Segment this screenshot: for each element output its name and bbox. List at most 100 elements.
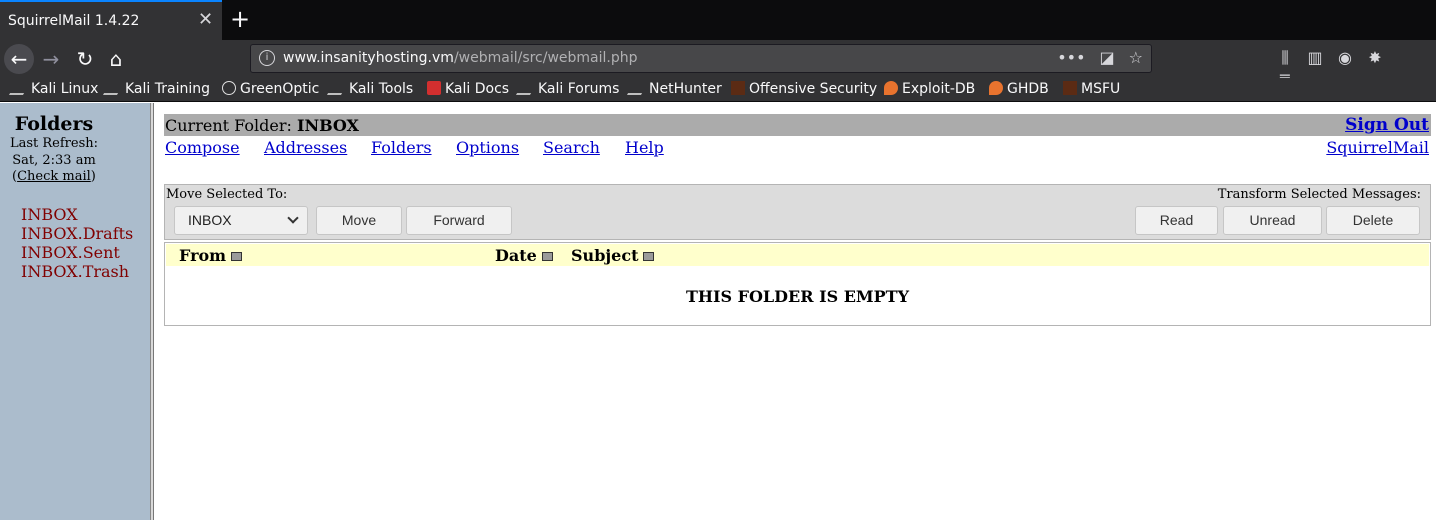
bookmark-label: Kali Training — [125, 81, 210, 97]
tab-bar: SquirrelMail 1.4.22 ✕ + — [0, 0, 1436, 40]
current-folder-name: INBOX — [296, 116, 359, 135]
folder-sent[interactable]: INBOX.Sent — [21, 243, 133, 262]
ghdb-icon — [989, 81, 1003, 95]
bookmark-star-icon[interactable]: ☆ — [1129, 48, 1143, 67]
bookmark-label: GHDB — [1007, 81, 1049, 97]
account-icon[interactable]: ◉ — [1330, 48, 1360, 67]
column-from-label: From — [179, 246, 227, 265]
menu-compose[interactable]: Compose — [165, 138, 240, 157]
kali-icon — [515, 81, 539, 95]
read-button[interactable]: Read — [1135, 206, 1218, 235]
bookmark-label: Kali Linux — [31, 81, 99, 97]
home-icon[interactable]: ⌂ — [101, 44, 131, 74]
tab-title: SquirrelMail 1.4.22 — [8, 13, 140, 29]
move-selected-label: Move Selected To: — [166, 187, 288, 202]
folder-drafts[interactable]: INBOX.Drafts — [21, 224, 133, 243]
bookmark-label: MSFU — [1081, 81, 1121, 97]
msfu-icon — [1063, 81, 1077, 95]
last-refresh-label: Last Refresh: — [9, 136, 99, 151]
message-list: From Date Subject THIS FOLDER IS EMPTY — [164, 242, 1431, 326]
kali-icon — [102, 81, 126, 95]
menu-search[interactable]: Search — [543, 138, 600, 157]
reload-icon[interactable]: ↻ — [70, 44, 100, 74]
move-button[interactable]: Move — [316, 206, 402, 235]
info-icon[interactable]: i — [259, 50, 275, 66]
folder-list: INBOX INBOX.Drafts INBOX.Sent INBOX.Tras… — [21, 205, 133, 281]
check-mail-link[interactable]: Check mail — [17, 169, 91, 184]
bookmark-exploit-db[interactable]: Exploit-DB — [884, 81, 975, 97]
forward-button[interactable]: Forward — [406, 206, 512, 235]
column-subject-label: Subject — [571, 246, 639, 265]
menu-help[interactable]: Help — [625, 138, 664, 157]
url-host: www.insanityhosting.vm — [283, 50, 454, 66]
bookmark-ghdb[interactable]: GHDB — [989, 81, 1049, 97]
close-tab-icon[interactable]: ✕ — [198, 10, 213, 30]
column-date[interactable]: Date — [495, 246, 553, 265]
move-target-value: INBOX — [188, 212, 232, 228]
folder-trash[interactable]: INBOX.Trash — [21, 262, 133, 281]
bookmark-kali-tools[interactable]: Kali Tools — [326, 81, 414, 97]
extension-icon[interactable]: ✸ — [1360, 48, 1390, 67]
column-from[interactable]: From — [179, 246, 243, 265]
last-refresh-time: Sat, 2:33 am — [12, 153, 96, 168]
check-mail: (Check mail) — [12, 169, 96, 184]
nethunter-icon — [626, 81, 650, 95]
menu-folders[interactable]: Folders — [371, 138, 432, 157]
bookmark-kali-forums[interactable]: Kali Forums — [515, 81, 620, 97]
bookmark-label: Exploit-DB — [902, 81, 976, 97]
last-refresh: Last Refresh: Sat, 2:33 am — [0, 135, 108, 169]
active-tab[interactable]: SquirrelMail 1.4.22 ✕ — [0, 0, 222, 40]
message-toolbar: Move Selected To: Transform Selected Mes… — [164, 184, 1431, 240]
pocket-icon[interactable]: ◪ — [1100, 48, 1115, 67]
bookmarks-bar: Kali Linux Kali Training GreenOptic Kali… — [0, 78, 1436, 102]
squirrelmail-link[interactable]: SquirrelMail — [1326, 138, 1429, 157]
sort-icon[interactable] — [541, 252, 553, 261]
sort-icon[interactable] — [231, 252, 243, 261]
current-folder-label: Current Folder: — [165, 116, 292, 135]
bookmark-offensive-security[interactable]: Offensive Security — [731, 81, 877, 97]
nav-bar: ← → ↻ ⌂ i www.insanityhosting.vm/webmail… — [0, 40, 1436, 87]
bookmark-kali-docs[interactable]: Kali Docs — [427, 81, 509, 97]
current-folder-bar: Current Folder: INBOX Sign Out — [164, 114, 1431, 136]
folders-title: Folders — [14, 113, 94, 135]
page-actions-icon[interactable]: ••• — [1057, 48, 1085, 67]
forward-icon[interactable]: → — [36, 44, 66, 74]
frame-divider[interactable] — [150, 103, 154, 520]
sort-icon[interactable] — [643, 252, 655, 261]
exploit-db-icon — [884, 81, 898, 95]
current-folder: Current Folder: INBOX — [165, 116, 359, 135]
url-actions: ••• ◪ ☆ — [1043, 48, 1143, 67]
bookmark-label: Offensive Security — [749, 81, 878, 97]
bookmark-label: Kali Docs — [445, 81, 510, 97]
bookmark-kali-linux[interactable]: Kali Linux — [8, 81, 99, 97]
bookmark-nethunter[interactable]: NetHunter — [626, 81, 722, 97]
bookmark-kali-training[interactable]: Kali Training — [102, 81, 210, 97]
kali-icon — [326, 81, 350, 95]
menu-options[interactable]: Options — [456, 138, 519, 157]
folder-pane: Folders Last Refresh: Sat, 2:33 am (Chec… — [0, 103, 150, 520]
url-bar[interactable]: i www.insanityhosting.vm/webmail/src/web… — [250, 44, 1152, 73]
chevron-down-icon — [287, 212, 299, 224]
menu-addresses[interactable]: Addresses — [264, 138, 347, 157]
bookmark-label: NetHunter — [649, 81, 722, 97]
url-text[interactable]: www.insanityhosting.vm/webmail/src/webma… — [283, 50, 638, 66]
folder-inbox[interactable]: INBOX — [21, 205, 133, 224]
library-icon[interactable]: ⫼ — [1270, 48, 1300, 68]
bookmark-label: Kali Tools — [349, 81, 414, 97]
unread-button[interactable]: Unread — [1223, 206, 1322, 235]
docs-icon — [427, 81, 441, 95]
bookmark-label: GreenOptic — [240, 81, 320, 97]
new-tab-icon[interactable]: + — [230, 6, 250, 32]
delete-button[interactable]: Delete — [1326, 206, 1420, 235]
bookmark-label: Kali Forums — [538, 81, 620, 97]
transform-label: Transform Selected Messages: — [1217, 187, 1421, 202]
bookmark-msfu[interactable]: MSFU — [1063, 81, 1120, 97]
kali-icon — [8, 81, 32, 95]
message-list-header: From Date Subject — [166, 244, 1429, 266]
sign-out-link[interactable]: Sign Out — [1345, 115, 1429, 135]
column-subject[interactable]: Subject — [571, 246, 655, 265]
back-icon[interactable]: ← — [4, 44, 34, 74]
bookmark-greenoptic[interactable]: GreenOptic — [222, 81, 319, 97]
sidebar-icon[interactable]: ▥ — [1300, 48, 1330, 67]
move-target-select[interactable]: INBOX — [174, 206, 308, 235]
